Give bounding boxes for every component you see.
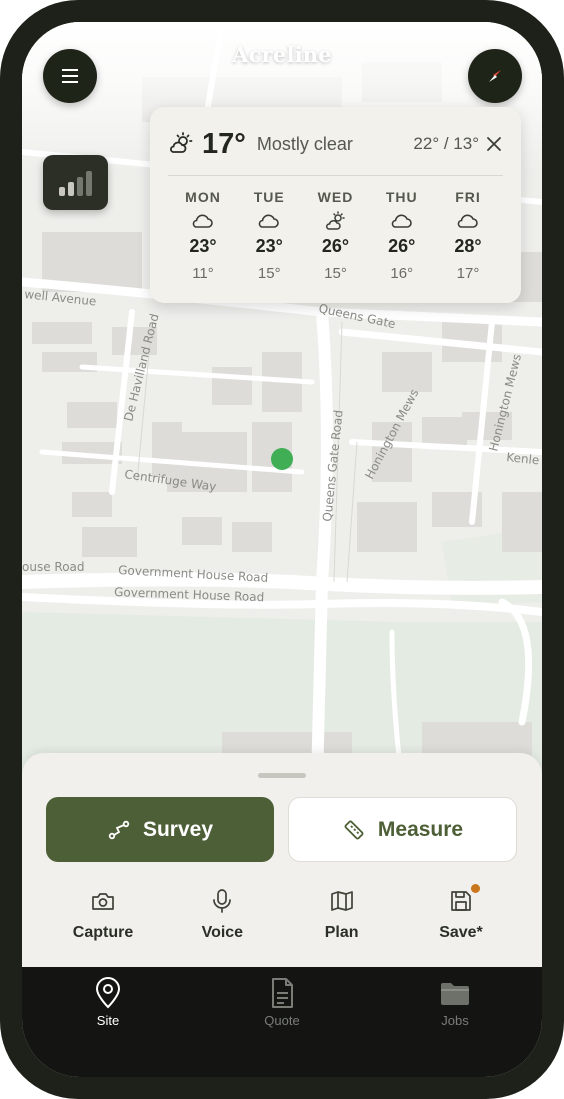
current-location-marker[interactable] xyxy=(271,448,293,470)
forecast-low: 15° xyxy=(257,265,281,282)
forecast-high: 26° xyxy=(321,236,350,256)
tab-bar: Site Quote Jobs xyxy=(22,967,542,1077)
layers-signal-button[interactable] xyxy=(43,155,108,210)
voice-label: Voice xyxy=(201,924,244,941)
capture-label: Capture xyxy=(72,924,134,941)
ruler-icon xyxy=(344,820,364,839)
forecast-day: MON 23° 11° xyxy=(172,189,234,282)
menu-icon xyxy=(62,69,78,83)
tools-row: Capture Voice Plan Save* xyxy=(44,884,520,942)
forecast-day-name: WED xyxy=(317,189,354,205)
folder-icon xyxy=(441,983,469,1005)
location-pin-icon xyxy=(95,977,121,1009)
plan-button[interactable]: Plan xyxy=(283,886,401,942)
tab-quote[interactable]: Quote xyxy=(222,977,342,1028)
plan-label: Plan xyxy=(324,924,359,941)
forecast-day: FRI 28° 17° xyxy=(437,189,499,282)
compass-icon xyxy=(489,70,501,82)
cloud-icon xyxy=(391,214,412,228)
current-temperature: 17° xyxy=(202,127,246,160)
menu-button[interactable] xyxy=(43,49,97,103)
close-icon xyxy=(487,137,501,151)
unsaved-indicator-badge xyxy=(470,884,480,893)
measure-button[interactable]: Measure xyxy=(288,797,517,862)
capture-button[interactable]: Capture xyxy=(44,886,162,942)
forecast-low: 16° xyxy=(390,265,414,282)
forecast-day-name: FRI xyxy=(455,189,481,205)
tab-site[interactable]: Site xyxy=(48,977,168,1028)
weather-condition: Mostly clear xyxy=(256,133,353,154)
forecast-high: 28° xyxy=(454,236,482,256)
signal-bars-icon xyxy=(58,170,92,196)
save-label: Save* xyxy=(439,924,483,941)
save-icon xyxy=(451,891,471,911)
survey-button[interactable]: Survey xyxy=(46,797,274,862)
cloud-icon xyxy=(192,214,213,228)
voice-button[interactable]: Voice xyxy=(163,886,281,942)
device-frame: well Avenue De Havilland Road Centrifuge… xyxy=(0,0,564,1099)
forecast-list: MON 23° 11° TUE 23° 15° WED 26° 15° THU … xyxy=(168,189,503,282)
weather-card: 17° Mostly clear 22° / 13° MON 23° 11° T… xyxy=(150,107,521,303)
tab-quote-label: Quote xyxy=(264,1013,300,1028)
forecast-day: WED 26° 15° xyxy=(305,189,367,282)
save-button[interactable]: Save* xyxy=(402,884,520,942)
microphone-icon xyxy=(213,889,232,913)
close-weather-button[interactable] xyxy=(485,135,503,153)
forecast-high: 26° xyxy=(388,236,416,256)
temperature-range: 22° / 13° xyxy=(413,134,479,153)
forecast-day-name: MON xyxy=(185,189,221,205)
forecast-high: 23° xyxy=(189,236,217,256)
compass-button[interactable] xyxy=(468,49,522,103)
weather-divider xyxy=(168,175,503,176)
partly-cloudy-icon xyxy=(170,132,193,153)
map-icon xyxy=(330,891,353,911)
sheet-drag-handle[interactable] xyxy=(258,773,306,778)
partly-sunny-icon xyxy=(325,211,345,230)
forecast-low: 17° xyxy=(456,265,480,282)
forecast-low: 11° xyxy=(192,265,214,282)
survey-label: Survey xyxy=(142,817,214,841)
measure-label: Measure xyxy=(377,817,464,841)
app-title: Acreline xyxy=(232,42,332,67)
camera-icon xyxy=(92,893,114,910)
tab-jobs-label: Jobs xyxy=(441,1013,469,1028)
forecast-day-name: TUE xyxy=(253,189,285,205)
forecast-low: 15° xyxy=(324,265,347,282)
forecast-day: TUE 23° 15° xyxy=(238,189,300,282)
street-label: ouse Road xyxy=(22,560,85,574)
forecast-day-name: THU xyxy=(385,189,418,205)
route-icon xyxy=(108,820,130,839)
forecast-high: 23° xyxy=(255,236,283,256)
app-screen: well Avenue De Havilland Road Centrifuge… xyxy=(22,22,542,1077)
cloud-icon xyxy=(457,214,478,228)
document-icon xyxy=(272,978,293,1008)
forecast-day: THU 26° 16° xyxy=(371,189,433,282)
bottom-sheet: Survey Measure Capture Voice Plan Save* xyxy=(22,753,542,967)
tab-jobs[interactable]: Jobs xyxy=(395,977,515,1028)
cloud-icon xyxy=(258,214,280,228)
tab-site-label: Site xyxy=(96,1013,120,1028)
